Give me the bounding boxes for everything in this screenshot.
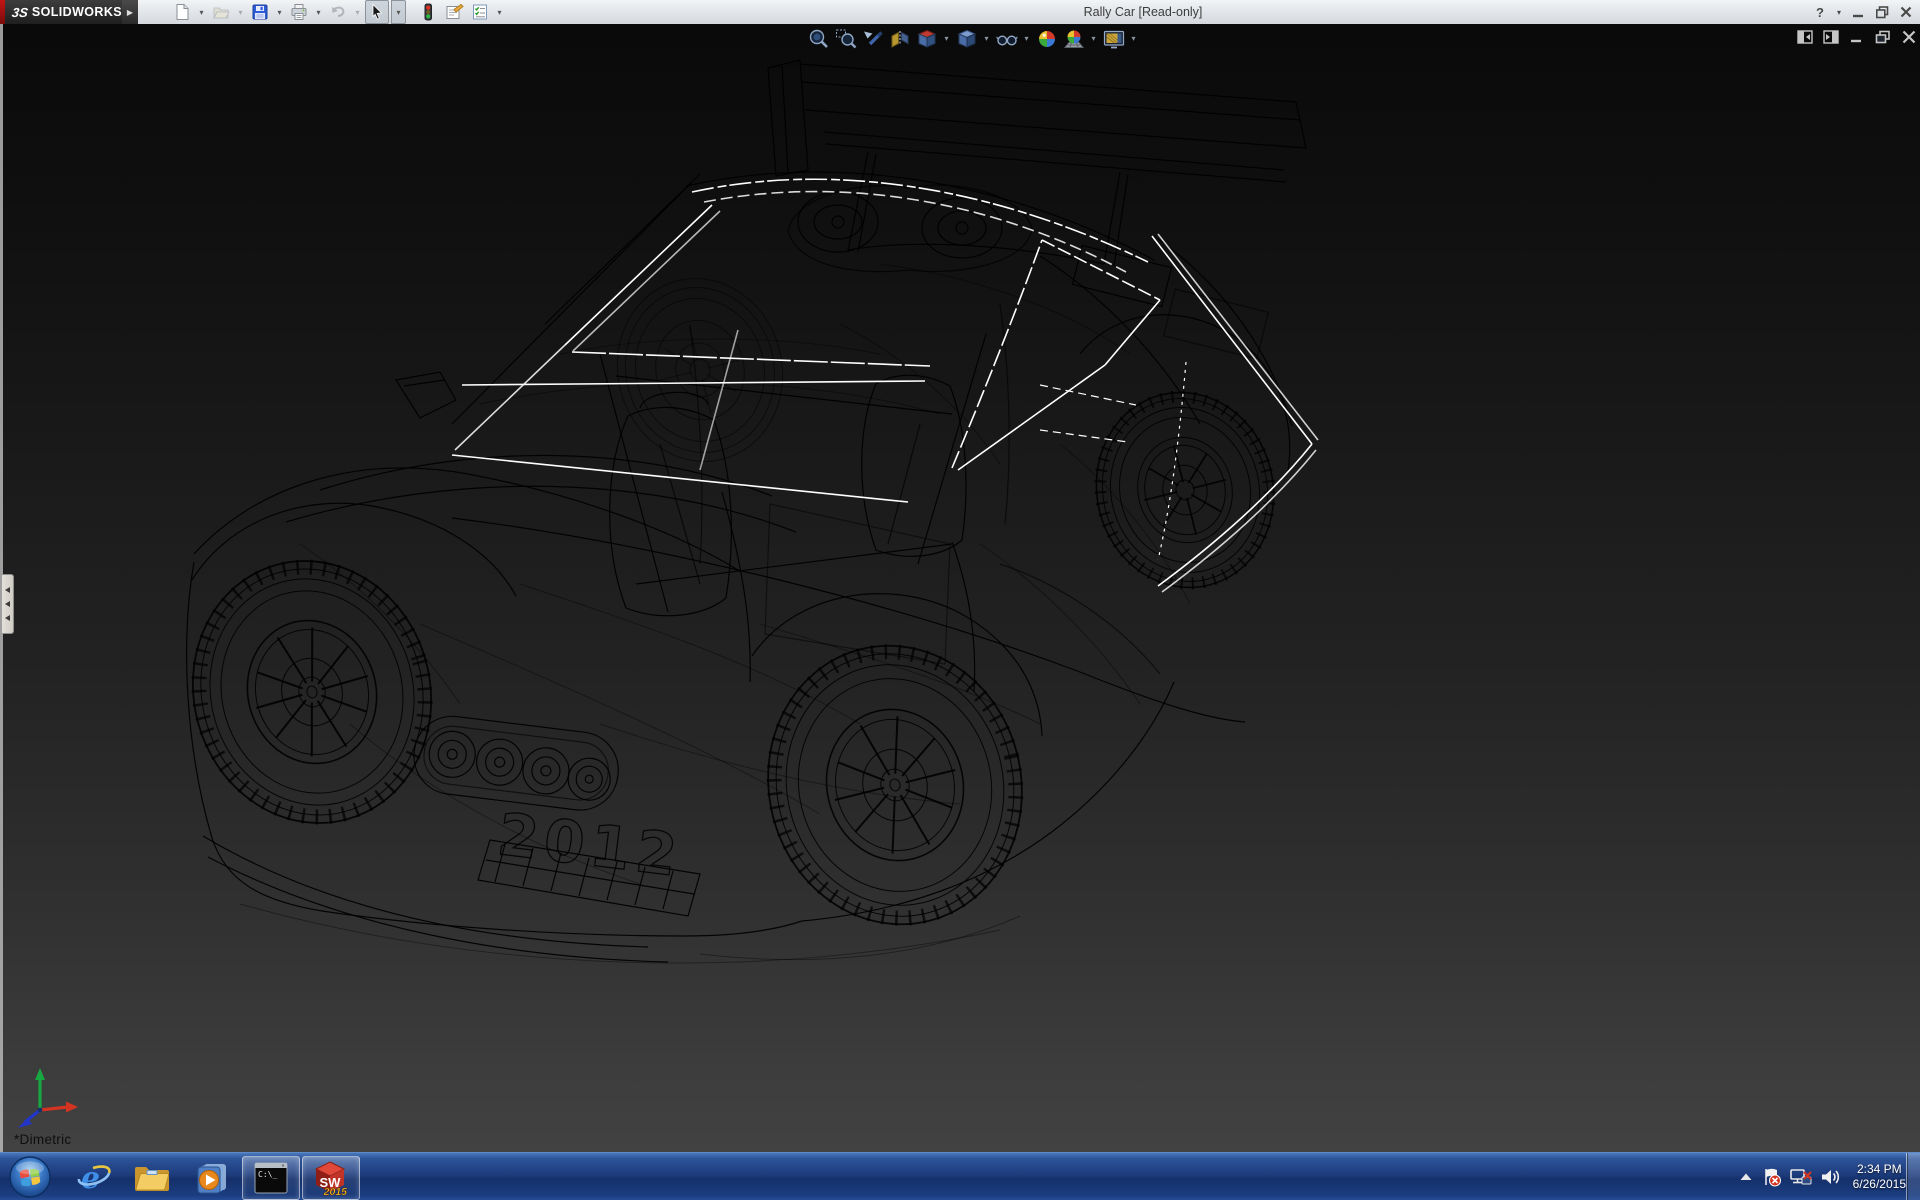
view-settings-button[interactable] — [1101, 26, 1126, 51]
command-prompt-label: C:\_ — [258, 1170, 277, 1179]
apply-scene-dropdown[interactable]: ▾ — [1088, 26, 1099, 51]
section-view-button[interactable] — [887, 26, 912, 51]
volume-icon[interactable] — [1820, 1167, 1842, 1187]
feature-panel-collapsed-tab[interactable] — [2, 574, 14, 634]
windows-taskbar: e — [0, 1152, 1920, 1200]
taskbar-solidworks-2015[interactable]: SW 2015 — [302, 1156, 360, 1200]
car-wheel-rear-right — [1076, 374, 1294, 607]
desktop: 3S SOLIDWORKS ▶ ▾ ▾ ▾ ▾ ▾ ▾ — [0, 0, 1920, 1200]
undo-button[interactable] — [326, 0, 350, 24]
hide-show-items-button[interactable] — [994, 26, 1019, 51]
new-document-button[interactable] — [170, 0, 194, 24]
select-tool-button[interactable] — [365, 0, 389, 24]
zoom-to-fit-button[interactable] — [806, 26, 831, 51]
show-hidden-icons-button[interactable] — [1739, 1172, 1753, 1182]
car-mesh-faint — [240, 264, 1190, 963]
hide-show-items-dropdown[interactable]: ▾ — [1021, 26, 1032, 51]
car-wheel-front-right — [598, 261, 802, 479]
zoom-to-area-button[interactable] — [833, 26, 858, 51]
app-close-button[interactable] — [1896, 2, 1916, 22]
help-dropdown[interactable]: ▾ — [1834, 2, 1844, 22]
show-desktop-button[interactable] — [1906, 1153, 1920, 1200]
options-checklist-button[interactable] — [468, 0, 492, 24]
print-dropdown[interactable]: ▾ — [313, 1, 324, 23]
graphics-viewport[interactable]: 2012 — [0, 24, 1920, 1152]
expand-arrow-icon — [5, 601, 10, 607]
taskbar-file-explorer[interactable] — [132, 1160, 172, 1196]
doc-restore-button[interactable] — [1874, 28, 1892, 46]
doc-close-button[interactable] — [1900, 28, 1918, 46]
taskbar-internet-explorer[interactable]: e — [74, 1160, 114, 1196]
clock-date: 6/26/2015 — [1853, 1177, 1906, 1192]
car-body-decal: 2012 — [494, 800, 686, 890]
display-style-button[interactable] — [954, 26, 979, 51]
expand-arrow-icon — [5, 615, 10, 621]
taskbar-media-player[interactable] — [192, 1160, 232, 1196]
open-dropdown[interactable]: ▾ — [235, 1, 246, 23]
save-button[interactable] — [248, 0, 272, 24]
solidworks-icon-year: 2015 — [323, 1186, 348, 1196]
window-title: Rally Car [Read-only] — [1084, 0, 1203, 24]
view-orientation-button[interactable] — [914, 26, 939, 51]
solidworks-logo-mark: 3S — [11, 5, 29, 20]
title-bar: 3S SOLIDWORKS ▶ ▾ ▾ ▾ ▾ ▾ ▾ — [0, 0, 1920, 25]
display-style-dropdown[interactable]: ▾ — [981, 26, 992, 51]
rally-car-wireframe: 2012 — [0, 24, 1920, 1152]
start-button[interactable] — [8, 1155, 52, 1199]
document-window-controls — [1796, 28, 1918, 46]
action-center-icon[interactable] — [1760, 1167, 1782, 1187]
network-status-icon[interactable] — [1789, 1167, 1813, 1187]
new-document-dropdown[interactable]: ▾ — [196, 1, 207, 23]
view-orientation-dropdown[interactable]: ▾ — [941, 26, 952, 51]
traffic-light-icon[interactable] — [416, 0, 440, 24]
help-button[interactable]: ? — [1810, 2, 1830, 22]
reference-triad — [8, 1062, 92, 1142]
save-dropdown[interactable]: ▾ — [274, 1, 285, 23]
clock-time: 2:34 PM — [1853, 1162, 1906, 1177]
app-minimize-button[interactable] — [1848, 2, 1868, 22]
open-button[interactable] — [209, 0, 233, 24]
edit-annotation-button[interactable] — [442, 0, 466, 24]
solidworks-logo: 3S SOLIDWORKS — [0, 0, 122, 24]
options-checklist-dropdown[interactable]: ▾ — [494, 1, 505, 23]
previous-view-button[interactable] — [860, 26, 885, 51]
undo-dropdown[interactable]: ▾ — [352, 1, 363, 23]
titlebar-controls: ? ▾ — [1810, 0, 1916, 24]
taskbar-command-prompt[interactable]: C:\_ — [242, 1156, 300, 1200]
view-orientation-label: *Dimetric — [14, 1132, 71, 1147]
main-toolbar: ▾ ▾ ▾ ▾ ▾ ▾ ▾ — [170, 0, 505, 24]
apply-scene-button[interactable] — [1061, 26, 1086, 51]
toolbar-flyout-button[interactable]: ▶ — [122, 0, 138, 24]
car-wheel-front-left — [162, 533, 462, 852]
app-restore-button[interactable] — [1872, 2, 1892, 22]
taskbar-clock[interactable]: 2:34 PM 6/26/2015 — [1853, 1162, 1906, 1192]
pane-toggle-left-button[interactable] — [1796, 28, 1814, 46]
solidworks-logo-text: SOLIDWORKS — [32, 5, 122, 19]
print-button[interactable] — [287, 0, 311, 24]
system-tray: 2:34 PM 6/26/2015 — [1739, 1153, 1906, 1200]
logo-accent-stripe — [0, 0, 5, 24]
view-settings-dropdown[interactable]: ▾ — [1128, 26, 1139, 51]
edit-appearance-button[interactable] — [1034, 26, 1059, 51]
car-wheel-rear-left — [739, 619, 1051, 952]
pane-toggle-right-button[interactable] — [1822, 28, 1840, 46]
expand-arrow-icon — [5, 587, 10, 593]
select-tool-dropdown[interactable]: ▾ — [391, 0, 406, 24]
doc-minimize-button[interactable] — [1848, 28, 1866, 46]
headsup-view-toolbar: ▾ ▾ ▾ ▾ ▾ — [806, 26, 1139, 51]
